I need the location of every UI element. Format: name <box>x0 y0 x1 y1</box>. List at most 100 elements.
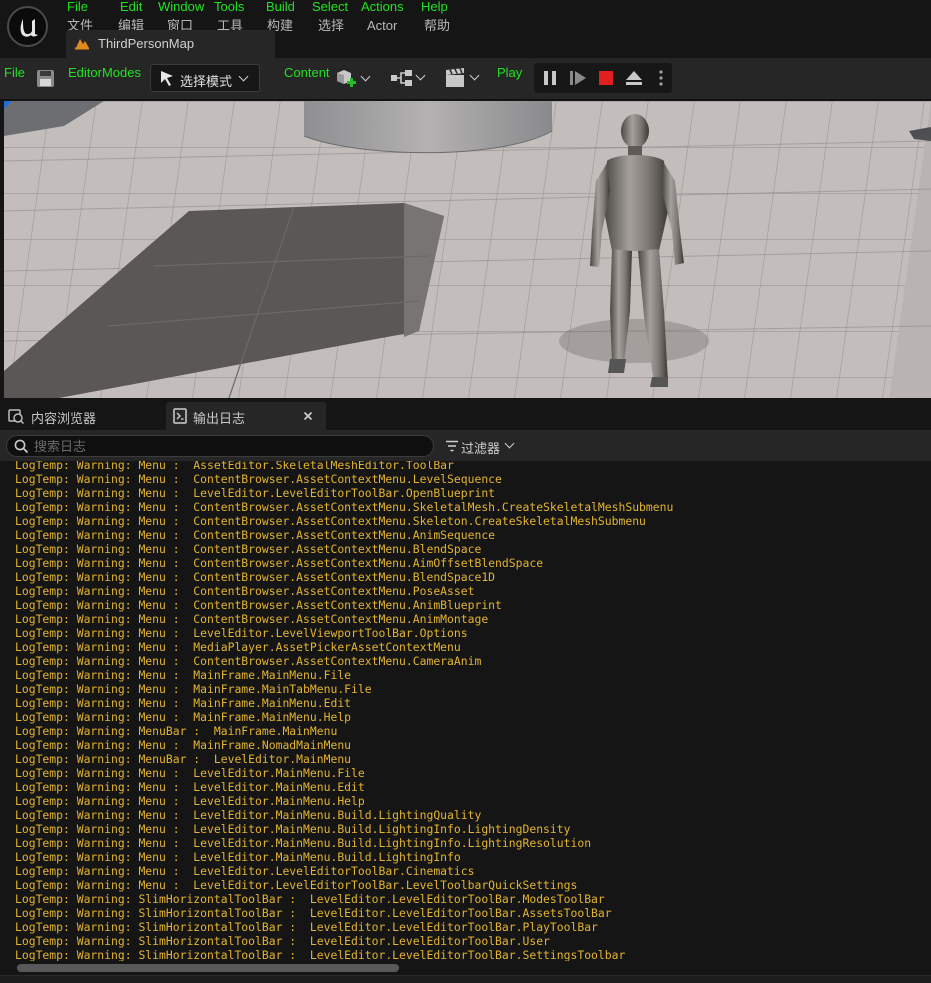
log-line: LogTemp: Warning: Menu : LevelEditor.Mai… <box>15 780 365 794</box>
select-mode-dropdown[interactable]: 选择模式 <box>150 64 260 92</box>
log-line: LogTemp: Warning: Menu : ContentBrowser.… <box>15 598 502 612</box>
cinematics-icon <box>446 68 464 87</box>
blueprint-button[interactable] <box>390 67 430 91</box>
menu-label-en: Select <box>312 0 349 14</box>
chevron-down-icon <box>415 70 426 81</box>
log-line: LogTemp: Warning: Menu : LevelEditor.Mai… <box>15 808 482 822</box>
log-line: LogTemp: Warning: Menu : ContentBrowser.… <box>15 542 482 556</box>
toolbar-file-label: File <box>4 65 25 80</box>
status-bar <box>0 975 931 983</box>
log-search-box[interactable] <box>6 435 434 457</box>
save-icon[interactable] <box>36 69 55 88</box>
chevron-down-icon <box>504 438 515 449</box>
panel-tab-bar: 内容浏览器 输出日志 <box>0 398 931 430</box>
menu-label-en: File <box>67 0 88 14</box>
log-line: LogTemp: Warning: SlimHorizontalToolBar … <box>15 920 598 934</box>
log-line: LogTemp: Warning: Menu : LevelEditor.Mai… <box>15 850 461 864</box>
filter-label: 过滤器 <box>461 441 501 456</box>
menu-label-zh: Actor <box>367 18 398 33</box>
eject-icon[interactable] <box>625 70 643 86</box>
log-line: LogTemp: Warning: Menu : MainFrame.MainM… <box>15 696 352 710</box>
menu-label-en: Actions <box>361 0 404 14</box>
level-viewport[interactable] <box>4 101 931 398</box>
chevron-down-icon <box>469 70 480 81</box>
step-icon[interactable] <box>569 70 587 86</box>
menu-label-en: Edit <box>120 0 143 14</box>
filter-dropdown[interactable]: 过滤器 <box>443 435 523 457</box>
log-line: LogTemp: Warning: Menu : ContentBrowser.… <box>15 654 482 668</box>
output-log-icon <box>173 408 187 424</box>
menu-label-en: Build <box>266 0 295 14</box>
menu-label-zh: 选择 <box>318 18 345 33</box>
log-line: LogTemp: Warning: Menu : LevelEditor.Mai… <box>15 836 592 850</box>
horizontal-scrollbar[interactable] <box>0 961 931 975</box>
close-icon[interactable] <box>303 411 313 421</box>
log-line: LogTemp: Warning: Menu : LevelEditor.Lev… <box>15 486 496 500</box>
log-line: LogTemp: Warning: Menu : LevelEditor.Lev… <box>15 878 578 892</box>
stop-icon[interactable] <box>598 70 614 86</box>
log-line: LogTemp: Warning: SlimHorizontalToolBar … <box>15 934 550 948</box>
add-actor-button[interactable] <box>334 67 374 91</box>
menu-label-en: Help <box>421 0 448 14</box>
bottom-panel: 内容浏览器 输出日志 过滤器 <box>0 398 931 983</box>
tab-content-browser-label: 内容浏览器 <box>31 411 97 426</box>
log-line: LogTemp: Warning: Menu : LevelEditor.Mai… <box>15 766 365 780</box>
pause-icon[interactable] <box>542 70 558 86</box>
log-line: LogTemp: Warning: SlimHorizontalToolBar … <box>15 906 612 920</box>
blueprint-icon <box>391 70 412 86</box>
log-line: LogTemp: Warning: Menu : ContentBrowser.… <box>15 514 646 528</box>
log-line: LogTemp: Warning: Menu : MediaPlayer.Ass… <box>15 640 461 654</box>
search-icon <box>14 439 29 454</box>
content-browser-icon <box>8 409 24 424</box>
log-line: LogTemp: Warning: Menu : MainFrame.MainM… <box>15 668 352 682</box>
log-line: LogTemp: Warning: Menu : ContentBrowser.… <box>15 472 502 486</box>
main-toolbar: File EditorModes 选择模式 Content Play <box>0 58 931 100</box>
log-line: LogTemp: Warning: Menu : LevelEditor.Mai… <box>15 794 365 808</box>
select-mode-icon <box>161 71 173 86</box>
log-line: LogTemp: Warning: Menu : ContentBrowser.… <box>15 570 496 584</box>
log-line: LogTemp: Warning: MenuBar : LevelEditor.… <box>15 752 352 766</box>
select-mode-label: 选择模式 <box>180 74 233 89</box>
title-menu-bar: File 文件 Edit 编辑 Window 窗口 Tools 工具 Build… <box>0 0 931 58</box>
log-line: LogTemp: Warning: Menu : ContentBrowser.… <box>15 584 475 598</box>
menu-label-en: Window <box>158 0 205 14</box>
log-line: LogTemp: Warning: Menu : ContentBrowser.… <box>15 528 496 542</box>
chevron-down-icon <box>238 71 249 82</box>
tab-third-person-map[interactable]: ThirdPersonMap <box>66 30 275 58</box>
tab-output-log-label: 输出日志 <box>193 411 246 426</box>
log-lines: LogTemp: Warning: Menu : AssetEditor.Ske… <box>15 461 673 961</box>
log-line: LogTemp: Warning: Menu : MainFrame.MainM… <box>15 710 352 724</box>
log-line: LogTemp: Warning: Menu : AssetEditor.Ske… <box>15 461 454 472</box>
add-actor-icon <box>337 70 356 87</box>
viewport-scene <box>4 101 931 398</box>
play-controls <box>534 63 672 93</box>
chevron-down-icon <box>360 71 371 82</box>
log-line: LogTemp: Warning: Menu : LevelEditor.Mai… <box>15 822 571 836</box>
log-line: LogTemp: Warning: Menu : LevelEditor.Lev… <box>15 626 468 640</box>
output-log-area[interactable]: LogTemp: Warning: Menu : AssetEditor.Ske… <box>0 461 931 961</box>
scrollbar-thumb[interactable] <box>17 964 399 972</box>
log-line: LogTemp: Warning: Menu : LevelEditor.Lev… <box>15 864 475 878</box>
map-tab-label: ThirdPersonMap <box>98 36 195 51</box>
toolbar-play-label: Play <box>497 65 523 80</box>
filter-icon <box>446 440 458 452</box>
log-line: LogTemp: Warning: Menu : ContentBrowser.… <box>15 556 544 570</box>
tab-content-browser[interactable]: 内容浏览器 <box>4 402 164 430</box>
log-line: LogTemp: Warning: SlimHorizontalToolBar … <box>15 948 626 961</box>
menu-label-zh: 帮助 <box>424 18 451 33</box>
log-line: LogTemp: Warning: Menu : MainFrame.MainT… <box>15 682 372 696</box>
log-line: LogTemp: Warning: SlimHorizontalToolBar … <box>15 892 605 906</box>
log-line: LogTemp: Warning: Menu : MainFrame.Nomad… <box>15 738 352 752</box>
log-search-input[interactable] <box>34 438 424 454</box>
map-tab-icon <box>75 39 89 50</box>
cinematics-button[interactable] <box>444 67 484 91</box>
toolbar-editor-modes-label: EditorModes <box>68 65 141 80</box>
menu-label-en: Tools <box>214 0 245 14</box>
tab-output-log[interactable]: 输出日志 <box>166 402 326 430</box>
unreal-logo-icon[interactable] <box>7 6 48 47</box>
more-options-icon[interactable] <box>658 69 664 87</box>
log-line: LogTemp: Warning: Menu : ContentBrowser.… <box>15 612 489 626</box>
log-line: LogTemp: Warning: Menu : ContentBrowser.… <box>15 500 674 514</box>
toolbar-content-label: Content <box>284 65 330 80</box>
log-search-row: 过滤器 <box>0 430 931 461</box>
